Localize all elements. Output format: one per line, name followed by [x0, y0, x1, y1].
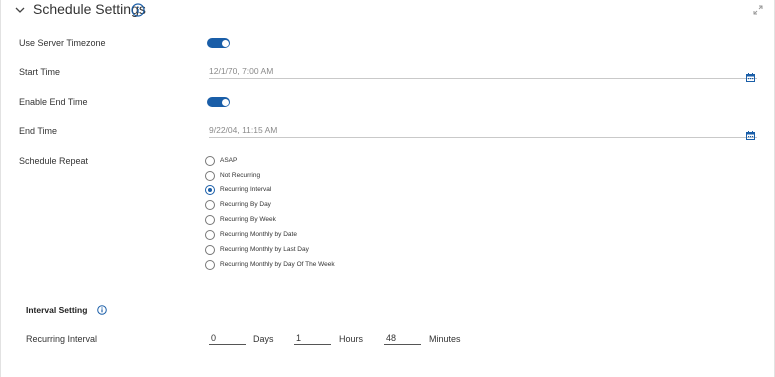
panel-header: Schedule Settings — [1, 0, 775, 20]
radio-button[interactable] — [205, 245, 215, 255]
radio-label: Recurring Monthly by Date — [220, 231, 297, 238]
start-time-label: Start Time — [19, 67, 61, 77]
interval-setting-title: Interval Setting — [26, 305, 88, 315]
minutes-value: 48 — [386, 333, 397, 343]
radio-label: Not Recurring — [220, 172, 261, 179]
radio-button[interactable] — [205, 215, 215, 225]
days-value: 0 — [211, 333, 217, 343]
panel-title: Schedule Settings — [33, 1, 146, 17]
enable-end-time-label: Enable End Time — [19, 97, 88, 107]
radio-button-selected[interactable] — [205, 185, 215, 195]
minutes-unit-label: Minutes — [429, 334, 461, 344]
end-time-input[interactable]: 9/22/04, 11:15 AM — [209, 125, 757, 138]
expand-arrows-icon[interactable] — [751, 3, 765, 17]
calendar-icon[interactable] — [746, 69, 755, 82]
hours-value: 1 — [296, 333, 302, 343]
toggle-knob — [221, 39, 229, 47]
radio-label: Recurring By Day — [220, 201, 271, 208]
end-time-value: 9/22/04, 11:15 AM — [209, 125, 278, 135]
info-circle-icon[interactable] — [97, 305, 107, 315]
calendar-icon[interactable] — [746, 127, 755, 140]
enable-end-time-toggle[interactable] — [207, 97, 230, 107]
radio-button[interactable] — [205, 171, 215, 181]
radio-button[interactable] — [205, 200, 215, 210]
use-server-timezone-toggle[interactable] — [207, 38, 230, 48]
minutes-input[interactable]: 48 — [384, 333, 421, 345]
radio-label: Recurring Monthly by Last Day — [220, 246, 309, 253]
chevron-down-icon[interactable] — [13, 3, 27, 17]
radio-label: ASAP — [220, 157, 238, 164]
toggle-knob — [221, 98, 229, 106]
end-time-label: End Time — [19, 126, 58, 136]
hours-input[interactable]: 1 — [294, 333, 331, 345]
schedule-repeat-label: Schedule Repeat — [19, 156, 89, 166]
radio-label: Recurring Monthly by Day Of The Week — [220, 261, 335, 268]
radio-label: Recurring Interval — [220, 186, 272, 193]
hours-unit-label: Hours — [339, 334, 364, 344]
schedule-settings-panel: Schedule Settings Use Server Timezone St… — [0, 0, 775, 377]
start-time-value: 12/1/70, 7:00 AM — [209, 66, 274, 76]
radio-button[interactable] — [205, 260, 215, 270]
days-unit-label: Days — [253, 334, 274, 344]
radio-label: Recurring By Week — [220, 216, 276, 223]
start-time-input[interactable]: 12/1/70, 7:00 AM — [209, 66, 757, 79]
days-input[interactable]: 0 — [209, 333, 246, 345]
radio-button[interactable] — [205, 156, 215, 166]
radio-button[interactable] — [205, 230, 215, 240]
use-server-timezone-label: Use Server Timezone — [19, 38, 106, 48]
info-circle-icon[interactable] — [131, 3, 145, 17]
recurring-interval-label: Recurring Interval — [26, 334, 98, 344]
